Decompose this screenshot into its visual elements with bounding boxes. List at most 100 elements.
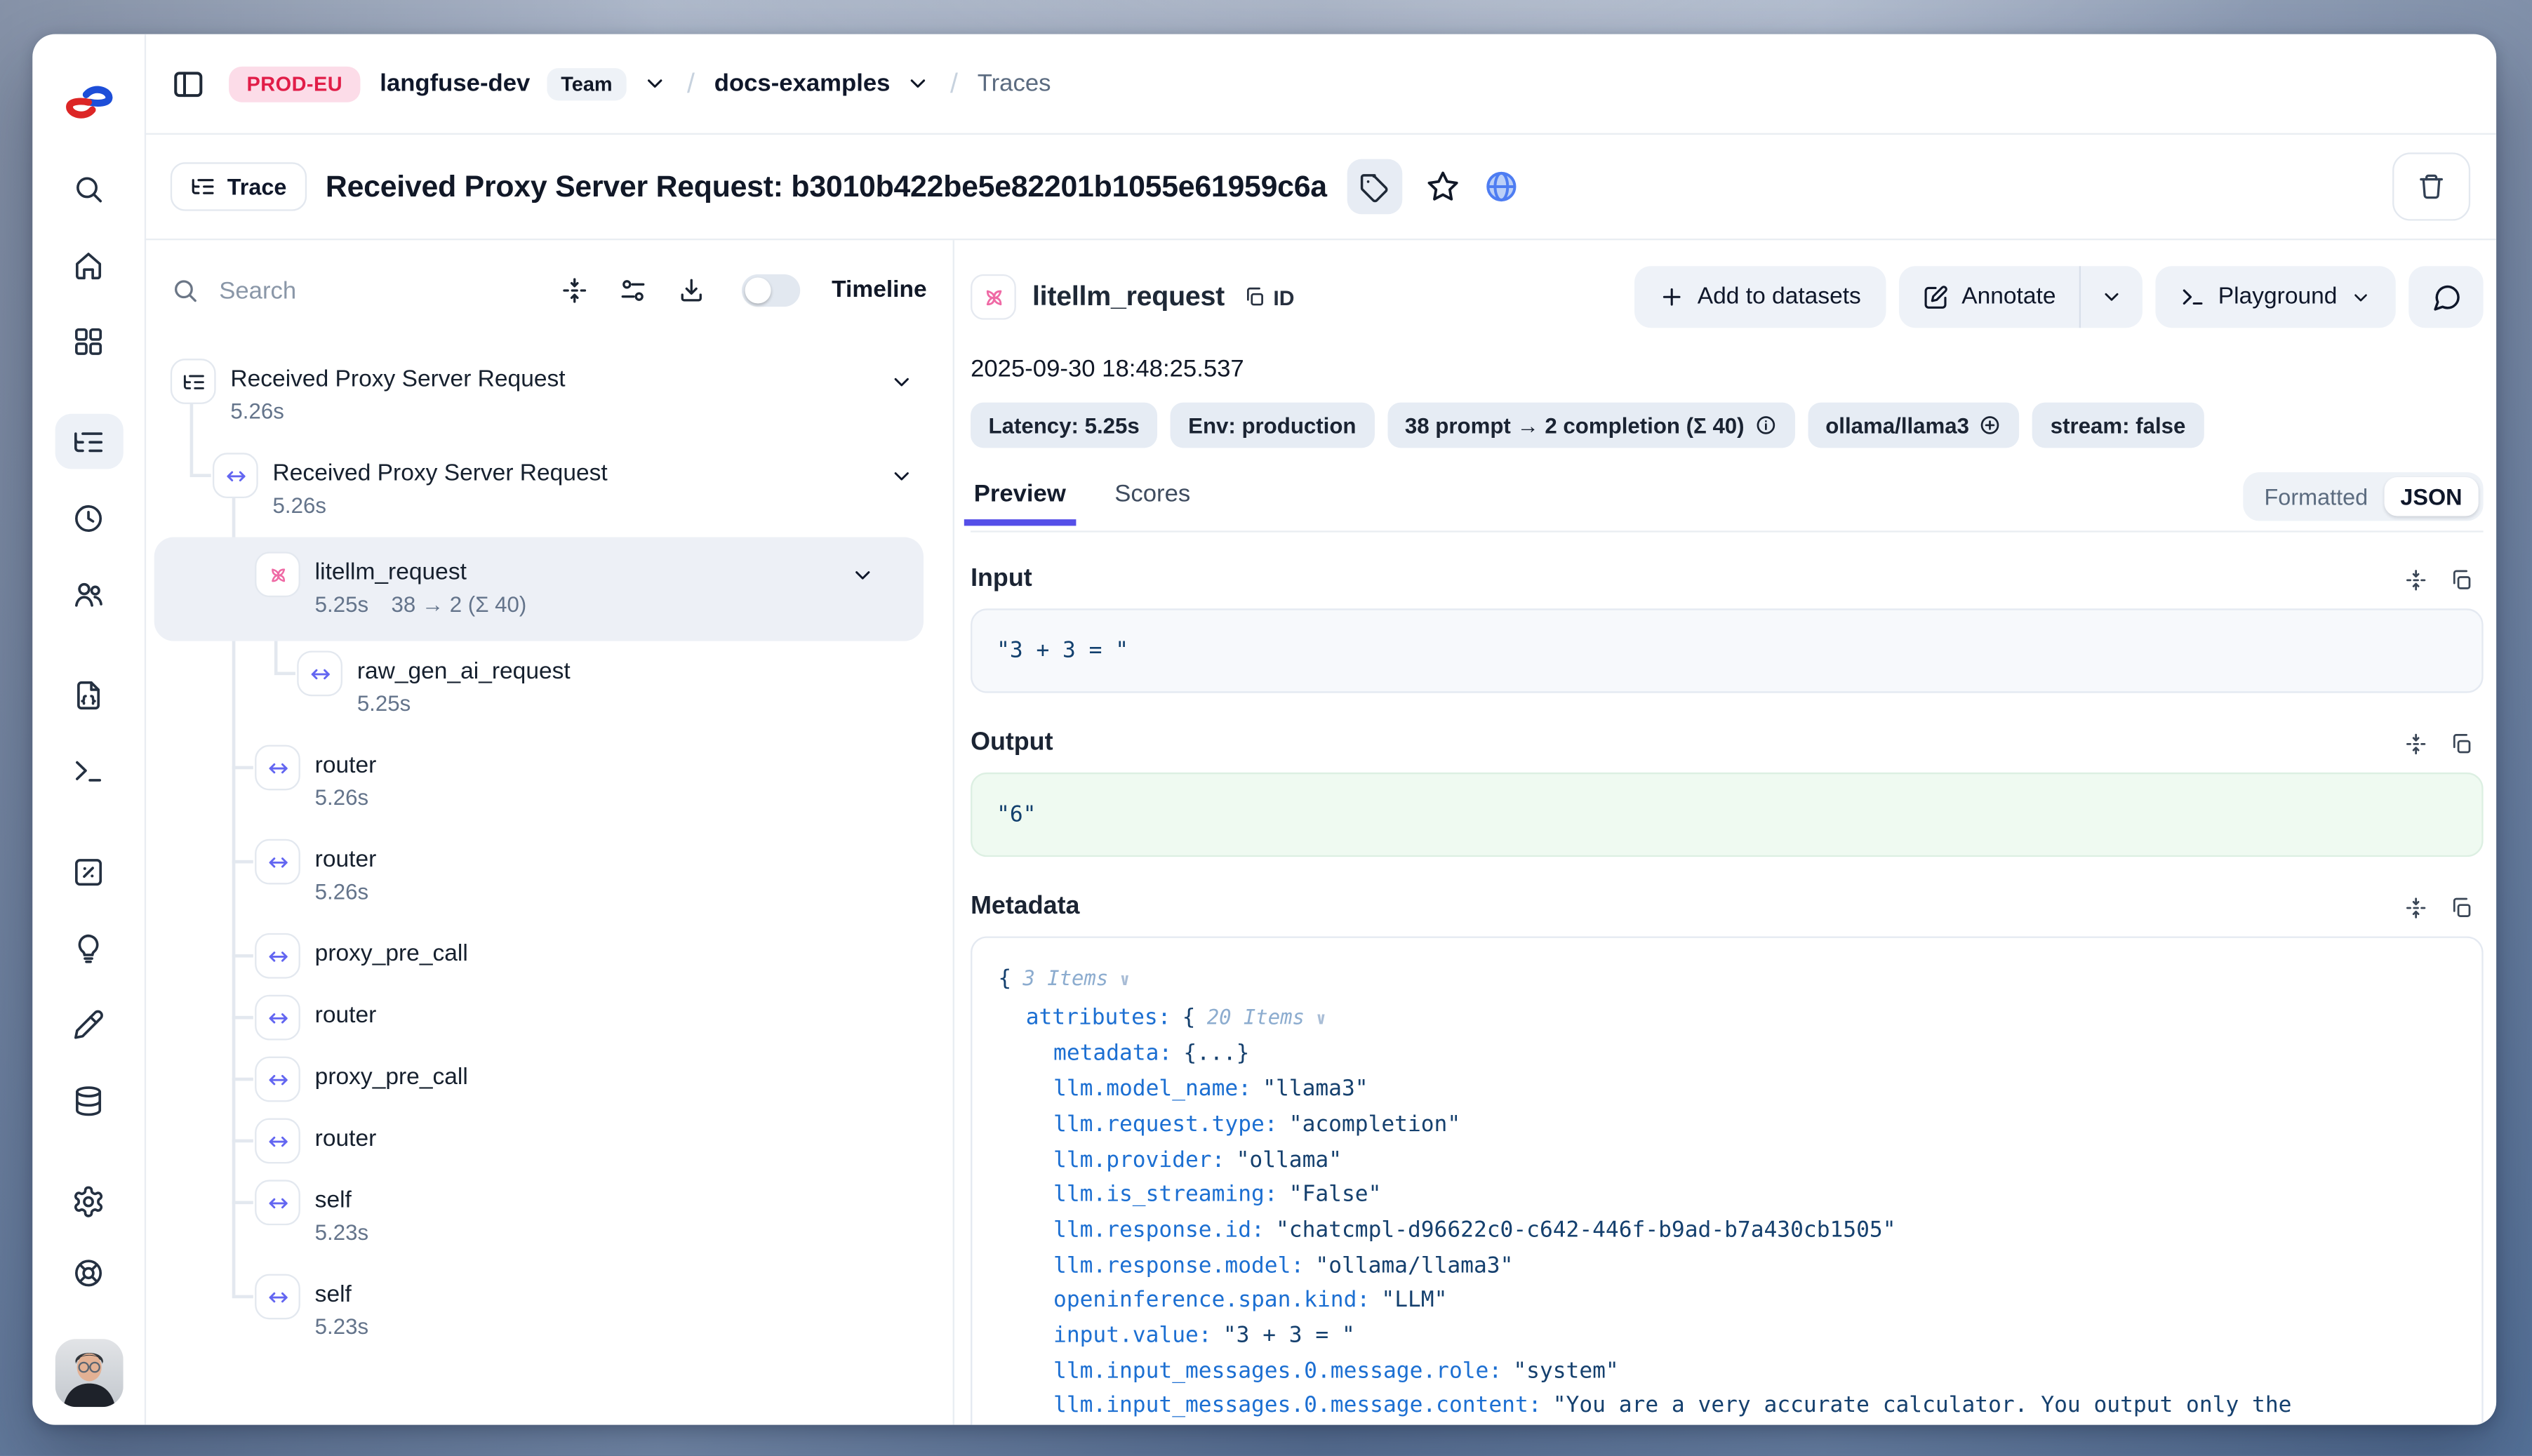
tree-search-input[interactable] — [216, 275, 532, 306]
tree-item[interactable]: router — [145, 1109, 953, 1170]
tree-item-metrics: 5.26s — [230, 399, 565, 424]
format-option-formatted[interactable]: Formatted — [2248, 477, 2384, 516]
tree-item[interactable]: proxy_pre_call — [145, 923, 953, 985]
chevron-down-icon[interactable] — [889, 370, 914, 402]
tree-item[interactable]: litellm_request5.25s38 → 2 (Σ 40) — [154, 537, 924, 641]
public-globe-icon[interactable] — [1483, 169, 1519, 205]
project-name[interactable]: docs-examples — [714, 69, 891, 97]
input-copy-icon[interactable] — [2449, 567, 2474, 592]
observation-detail-panel: litellm_request ID Add to datasets Annot… — [954, 240, 2496, 1424]
org-name[interactable]: langfuse-dev — [380, 69, 530, 97]
delete-trace-button[interactable] — [2392, 152, 2470, 220]
tree-item[interactable]: router5.26s — [145, 735, 953, 829]
metadata-copy-icon[interactable] — [2449, 895, 2474, 920]
tree-item[interactable]: router5.26s — [145, 829, 953, 923]
tab-scores[interactable]: Scores — [1112, 479, 1194, 523]
trace-type-chip[interactable]: Trace — [171, 162, 306, 211]
annotate-dropdown-chevron[interactable] — [2079, 266, 2142, 328]
tag-button[interactable] — [1347, 159, 1402, 215]
span-icon — [255, 745, 300, 791]
json-line: llm.response.model:"ollama/llama3" — [972, 1249, 2459, 1284]
tree-item-label: Received Proxy Server Request — [273, 453, 608, 490]
sidebar-item-dashboard[interactable] — [54, 313, 122, 368]
json-line: llm.input_messages.0.message.content:"Yo… — [972, 1390, 2459, 1425]
input-collapse-icon[interactable] — [2404, 567, 2428, 592]
top-navigation-bar: PROD-EU langfuse-dev Team / docs-example… — [145, 34, 2496, 135]
observation-header: litellm_request ID Add to datasets Annot… — [971, 266, 2484, 328]
user-avatar[interactable] — [54, 1339, 122, 1407]
tree-settings-icon[interactable] — [619, 276, 648, 305]
output-label: Output — [971, 728, 1053, 758]
trace-type-label: Trace — [227, 173, 287, 199]
tree-item-metrics: 5.26s — [273, 493, 608, 518]
sidebar-item-datasets[interactable] — [54, 1073, 122, 1128]
span-icon — [255, 933, 300, 979]
sidebar-item-settings[interactable] — [54, 1173, 122, 1229]
sidebar-item-evaluation[interactable] — [54, 844, 122, 900]
output-copy-icon[interactable] — [2449, 731, 2474, 756]
input-section-header: Input — [971, 565, 2484, 594]
sidebar-item-annotation[interactable] — [54, 996, 122, 1052]
project-switcher-chevron-icon[interactable] — [907, 72, 931, 96]
plus-circle-icon[interactable] — [1979, 414, 2001, 436]
json-line: llm.response.id:"chatcmpl-d96622c0-c642-… — [972, 1214, 2459, 1249]
output-collapse-icon[interactable] — [2404, 731, 2428, 756]
annotate-split-button: Annotate — [1898, 266, 2142, 328]
bookmark-star-button[interactable] — [1425, 169, 1460, 205]
add-to-datasets-button[interactable]: Add to datasets — [1634, 266, 1886, 328]
breadcrumb-section[interactable]: Traces — [978, 69, 1051, 97]
comments-button[interactable] — [2408, 266, 2483, 328]
tracing-icon — [72, 425, 106, 459]
tree-item-label: router — [315, 839, 377, 876]
detail-tabs: Preview Scores Formatted JSON — [971, 472, 2484, 533]
sidebar-item-sessions[interactable] — [54, 490, 122, 545]
tree-item[interactable]: Received Proxy Server Request5.26s — [145, 349, 953, 443]
tree-item-label: router — [315, 745, 377, 782]
collapse-all-icon[interactable] — [561, 276, 590, 305]
tree-item[interactable]: router — [145, 985, 953, 1047]
sidebar-item-home[interactable] — [54, 237, 122, 293]
org-logo[interactable] — [64, 81, 112, 123]
sidebar-item-users[interactable] — [54, 566, 122, 622]
tree-item[interactable]: proxy_pre_call — [145, 1047, 953, 1109]
sidebar-item-playground[interactable] — [54, 743, 122, 799]
tree-item-label: litellm_request — [315, 552, 527, 589]
sidebar-item-insights[interactable] — [54, 920, 122, 975]
annotate-button[interactable]: Annotate — [1898, 266, 2079, 328]
json-line: llm.provider:"ollama" — [972, 1143, 2459, 1178]
tree-item-label: router — [315, 1118, 377, 1156]
tree-item[interactable]: self5.23s — [145, 1264, 953, 1358]
org-role-badge: Team — [546, 67, 627, 100]
datasets-icon — [72, 1083, 106, 1118]
sidebar-item-search[interactable] — [54, 161, 122, 216]
support-icon — [72, 1255, 106, 1290]
sidebar-item-support[interactable] — [54, 1245, 122, 1300]
tree-item[interactable]: raw_gen_ai_request5.25s — [145, 641, 953, 735]
sidebar-toggle-icon[interactable] — [171, 66, 206, 102]
timeline-toggle[interactable] — [742, 274, 801, 307]
json-line: {3 Items∨ — [972, 961, 2459, 999]
sidebar-item-prompts[interactable] — [54, 667, 122, 723]
annotation-icon — [72, 1007, 106, 1041]
chevron-down-icon[interactable] — [889, 464, 914, 496]
span-icon — [255, 839, 300, 885]
playground-button[interactable]: Playground — [2155, 266, 2396, 328]
copy-id-button[interactable]: ID — [1242, 285, 1294, 309]
download-icon[interactable] — [677, 276, 707, 305]
chevron-down-icon[interactable] — [851, 563, 875, 596]
breadcrumb-separator: / — [947, 67, 961, 100]
info-icon[interactable] — [1754, 414, 1776, 436]
org-switcher-chevron-icon[interactable] — [644, 72, 668, 96]
evaluation-icon — [72, 855, 106, 889]
settings-icon — [72, 1184, 106, 1218]
tree-item[interactable]: Received Proxy Server Request 5.26s — [145, 443, 953, 537]
metadata-collapse-icon[interactable] — [2404, 895, 2428, 920]
tab-preview[interactable]: Preview — [971, 479, 1069, 523]
sidebar-item-tracing[interactable] — [54, 414, 122, 469]
observation-badges: Latency: 5.25sEnv: production38 prompt →… — [971, 403, 2484, 448]
tree-toolbar: Timeline — [145, 240, 953, 340]
format-option-json[interactable]: JSON — [2384, 477, 2478, 516]
span-icon — [255, 1274, 300, 1320]
tree-item[interactable]: self5.23s — [145, 1170, 953, 1264]
insights-icon — [72, 930, 106, 965]
